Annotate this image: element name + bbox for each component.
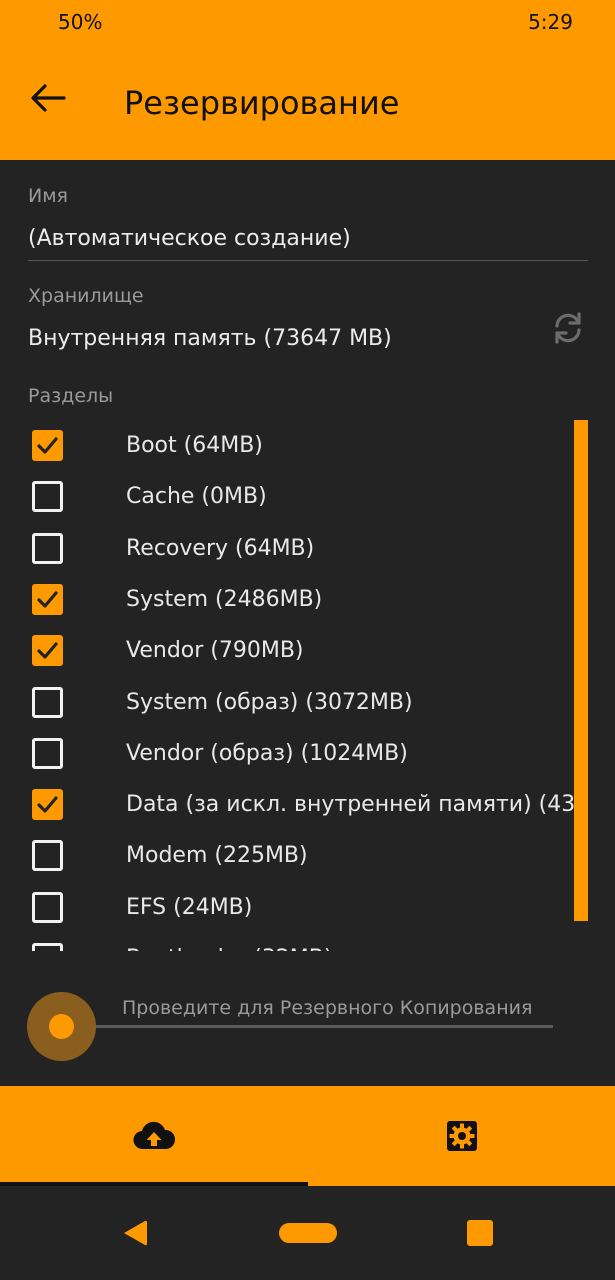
partition-row[interactable]: Vendor (790MB) [0,625,580,676]
swipe-track [62,1025,553,1028]
storage-selector[interactable]: Внутренняя память (73647 MB) [28,326,392,351]
checkbox-unchecked[interactable] [32,533,63,564]
bottom-tab-bar [0,1086,615,1186]
checkmark-icon [37,591,58,608]
checkbox-unchecked[interactable] [32,481,63,512]
checkmark-icon [37,642,58,659]
arrow-left-icon [31,84,66,112]
partition-row[interactable]: Recovery (64MB) [0,523,580,574]
clock: 5:29 [528,10,573,34]
checkbox-unchecked[interactable] [32,687,63,718]
checkbox-unchecked[interactable] [32,943,63,951]
page-title: Резервирование [124,84,400,122]
backup-name-field[interactable]: (Автоматическое создание) [28,226,351,251]
partition-label: System (2486MB) [126,587,323,612]
back-button[interactable] [26,78,70,118]
partition-list: Boot (64MB) Cache (0MB) Recovery (64MB) Sys… [0,420,580,951]
partitions-label: Разделы [28,385,114,407]
storage-label: Хранилище [28,285,144,307]
battery-level: 50% [58,10,103,34]
nav-back-button[interactable] [100,1186,170,1280]
checkbox-unchecked[interactable] [32,738,63,769]
tab-backup[interactable] [0,1086,308,1186]
system-nav-bar [0,1186,615,1280]
checkbox-checked[interactable] [32,635,63,666]
partition-label: Cache (0MB) [126,484,267,509]
cloud-upload-icon [133,1121,176,1150]
checkbox-checked[interactable] [32,789,63,820]
partition-row[interactable]: Cache (0MB) [0,471,580,522]
partition-list-scrollbar[interactable] [574,420,588,921]
partition-row[interactable]: Boot (64MB) [0,420,580,471]
gear-icon [446,1121,477,1151]
partition-row[interactable]: System (образ) (3072MB) [0,677,580,728]
name-field-underline [28,260,588,261]
checkbox-checked[interactable] [32,584,63,615]
checkbox-unchecked[interactable] [32,840,63,871]
tab-options[interactable] [308,1086,615,1186]
refresh-storage-button[interactable] [548,308,588,348]
checkmark-icon [37,796,58,813]
partition-label: Bootloader (32MB) [126,946,332,951]
partition-label: EFS (24MB) [126,895,253,920]
partition-label: System (образ) (3072MB) [126,690,413,715]
partition-label: Boot (64MB) [126,433,263,458]
partition-row[interactable]: Bootloader (32MB) [0,933,580,951]
refresh-icon [555,312,581,344]
checkmark-icon [37,437,58,454]
partition-label: Recovery (64MB) [126,536,315,561]
square-recent-icon [467,1220,493,1246]
partition-label: Vendor (790MB) [126,638,304,663]
name-label: Имя [28,185,68,207]
partition-row[interactable]: Data (за искл. внутренней памяти) (4301M… [0,779,580,830]
partition-row[interactable]: Vendor (образ) (1024MB) [0,728,580,779]
app-header: 50% 5:29 Резервирование [0,0,615,160]
partition-row[interactable]: Modem (225MB) [0,830,580,881]
partition-row[interactable]: EFS (24MB) [0,882,580,933]
nav-home-button[interactable] [272,1186,344,1280]
nav-recent-button[interactable] [450,1186,510,1280]
partition-row[interactable]: System (2486MB) [0,574,580,625]
swipe-hint: Проведите для Резервного Копирования [122,997,533,1019]
partition-label: Vendor (образ) (1024MB) [126,741,408,766]
triangle-back-icon [124,1220,147,1246]
partition-label: Data (за искл. внутренней памяти) (4301M… [126,792,580,817]
checkbox-checked[interactable] [32,430,63,461]
pill-home-icon [279,1223,337,1243]
checkbox-unchecked[interactable] [32,892,63,923]
swipe-handle-dot [49,1014,74,1039]
partition-label: Modem (225MB) [126,843,308,868]
